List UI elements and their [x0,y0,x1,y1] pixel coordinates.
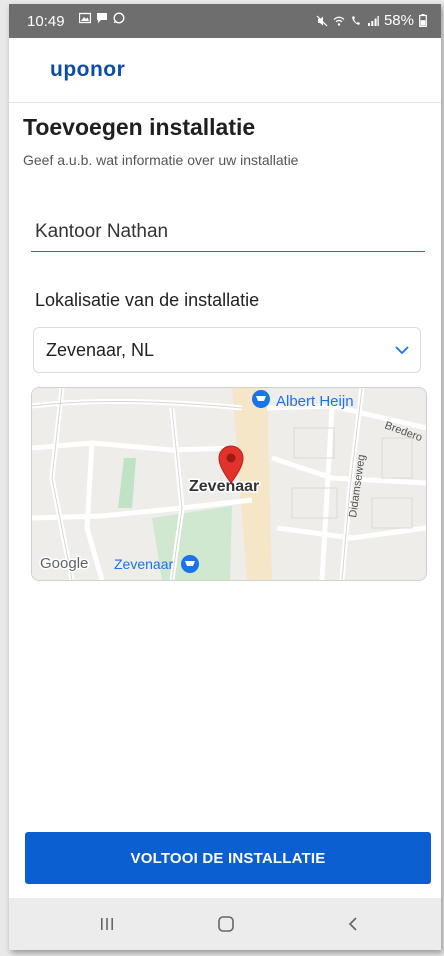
signal-icon [367,15,379,26]
battery-percentage: 58% [383,12,414,29]
gallery-notification-icon [79,12,91,24]
location-label: Lokalisatie van de installatie [35,290,260,310]
poi-label-albert-heijn: Albert Heijn [276,393,354,410]
status-time: 10:49 [27,13,65,30]
page-subtitle: Geef a.u.b. wat informatie over uw insta… [23,152,299,168]
home-icon[interactable] [217,915,235,933]
location-selected-value: Zevenaar, NL [46,340,155,360]
page-title: Toevoegen installatie [23,114,256,140]
app-header: uponor [9,38,441,103]
wifi-icon [333,16,345,26]
map-city-label: Zevenaar [189,478,259,495]
location-map[interactable]: Bredero Didamseweg Albert Heijn Zevenaar… [31,387,427,581]
google-logo: Google [40,555,88,572]
wifi-calling-icon [351,15,360,25]
status-bar: 10:49 58% [9,4,441,38]
chevron-down-icon [395,346,409,355]
poi-label-zevenaar: Zevenaar [114,556,173,572]
phone-screen: 10:49 58% uponor Toevoegen installatie G… [9,4,441,950]
recent-apps-icon[interactable] [99,916,115,932]
location-select[interactable]: Zevenaar, NL [33,327,421,373]
uponor-logo: uponor [50,58,126,81]
back-icon[interactable] [345,915,363,933]
whatsapp-notification-icon [113,12,125,24]
installation-name-input[interactable] [31,212,425,252]
android-nav-bar [9,898,441,950]
mute-icon [316,15,328,26]
battery-icon [419,14,427,27]
message-notification-icon [97,13,107,23]
complete-installation-button[interactable]: VOLTOOI DE INSTALLATIE [25,832,431,884]
